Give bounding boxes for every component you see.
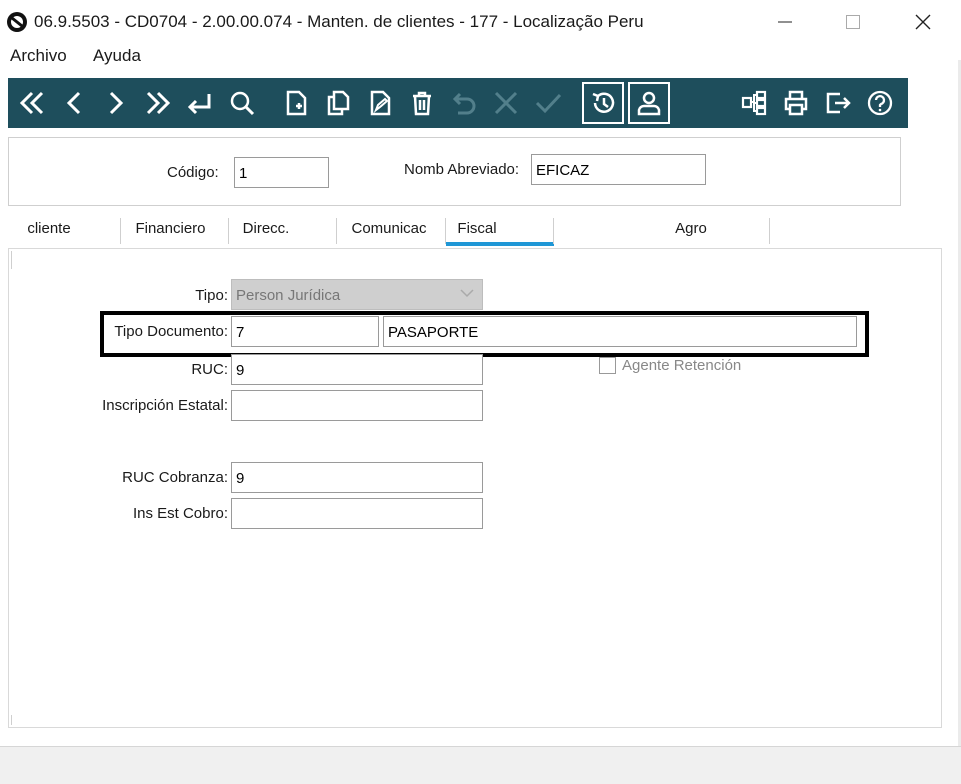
agente-retencion-label: Agente Retención [622,357,742,374]
codigo-field[interactable]: 1 [234,157,329,188]
help-button[interactable] [862,85,898,121]
tipo-label: Tipo: [195,287,228,304]
title-bar: 06.9.5503 - CD0704 - 2.00.00.074 - Mante… [0,0,961,44]
ruc-label: RUC: [191,361,228,378]
ins-est-cobro-label: Ins Est Cobro: [132,505,228,522]
maximize-icon [846,15,860,29]
tab-separator [769,218,770,244]
codigo-label: Código: [167,164,219,181]
tab-separator [336,218,337,244]
menu-bar: Archivo Ayuda [0,44,961,70]
delete-icon [413,91,431,116]
tab-separator [553,218,554,244]
edit-button[interactable] [362,85,398,121]
tab-comunicac[interactable]: Comunicac [346,212,432,248]
undo-icon [452,92,476,115]
edit-icon [370,90,391,116]
inscripcion-estatal-label: Inscripción Estatal: [102,397,228,414]
tipo-select[interactable]: Person Jurídica [231,279,483,310]
previous-record-button[interactable] [56,85,92,121]
nomb-abreviado-field[interactable]: EFICAZ [531,154,706,185]
minimize-icon [778,21,792,23]
confirm-icon [535,93,562,114]
app-logo-icon [7,12,27,32]
search-button[interactable] [224,85,260,121]
tab-bar: cliente Financiero Direcc. Comunicac Fis… [8,212,941,248]
ruc-cobranza-field[interactable]: 9 [231,462,483,493]
next-record-button[interactable] [98,85,134,121]
active-tab-indicator [446,242,554,246]
last-record-button[interactable] [140,85,176,121]
tipo-documento-label: Tipo Documento: [114,323,228,340]
tipo-documento-code-field[interactable]: 7 [231,316,379,347]
tab-cliente[interactable]: cliente [18,212,80,248]
ruc-field[interactable]: 9 [231,354,483,385]
panel-marker [11,715,12,725]
ruc-cobranza-label: RUC Cobranza: [122,469,228,486]
new-document-button[interactable] [278,85,314,121]
exit-button[interactable] [820,85,856,121]
next-record-icon [109,91,124,115]
tipo-value: Person Jurídica [236,287,341,304]
print-icon [784,90,808,116]
first-record-button[interactable] [14,85,50,121]
history-icon [592,92,615,113]
first-record-icon [19,91,44,115]
close-button[interactable] [900,0,946,44]
tab-financiero[interactable]: Financiero [128,212,213,248]
menu-archivo[interactable]: Archivo [10,46,67,66]
hierarchy-icon [741,90,767,116]
tab-separator [445,218,446,244]
copy-icon [327,90,350,116]
fiscal-tab-panel: Tipo: Person Jurídica Tipo Documento: 7 … [8,248,942,728]
close-icon [915,14,931,30]
menu-ayuda[interactable]: Ayuda [93,46,141,66]
inscripcion-estatal-field[interactable] [231,390,483,421]
history-button[interactable] [582,82,624,124]
window-title: 06.9.5503 - CD0704 - 2.00.00.074 - Mante… [34,12,644,31]
new-document-icon [286,90,307,116]
agente-retencion-checkbox[interactable] [599,357,616,374]
maximize-button[interactable] [830,0,876,44]
user-icon [637,91,661,116]
tab-agro[interactable]: Agro [662,212,720,248]
minimize-button[interactable] [762,0,808,44]
tab-separator [228,218,229,244]
delete-button[interactable] [404,85,440,121]
chevron-down-icon [460,289,474,298]
user-button[interactable] [628,82,670,124]
search-icon [230,91,255,116]
panel-marker [11,251,12,269]
ins-est-cobro-field[interactable] [231,498,483,529]
previous-record-icon [66,91,81,115]
cancel-button[interactable] [488,85,524,121]
cancel-icon [494,91,518,115]
status-bar [0,746,961,784]
nomb-abreviado-label: Nomb Abreviado: [404,161,520,178]
exit-icon [826,92,851,114]
tab-direcc[interactable]: Direcc. [236,212,296,248]
tab-separator [120,218,121,244]
tipo-documento-desc-field: PASAPORTE [383,316,857,347]
return-button[interactable] [182,85,218,121]
last-record-icon [146,91,171,115]
toolbar [8,78,908,128]
return-icon [187,94,211,115]
print-button[interactable] [778,85,814,121]
hierarchy-button[interactable] [736,85,772,121]
copy-button[interactable] [320,85,356,121]
confirm-button[interactable] [530,85,566,121]
header-panel: Código: 1 Nomb Abreviado: EFICAZ [8,137,901,206]
undo-button[interactable] [446,85,482,121]
help-icon [867,90,893,116]
